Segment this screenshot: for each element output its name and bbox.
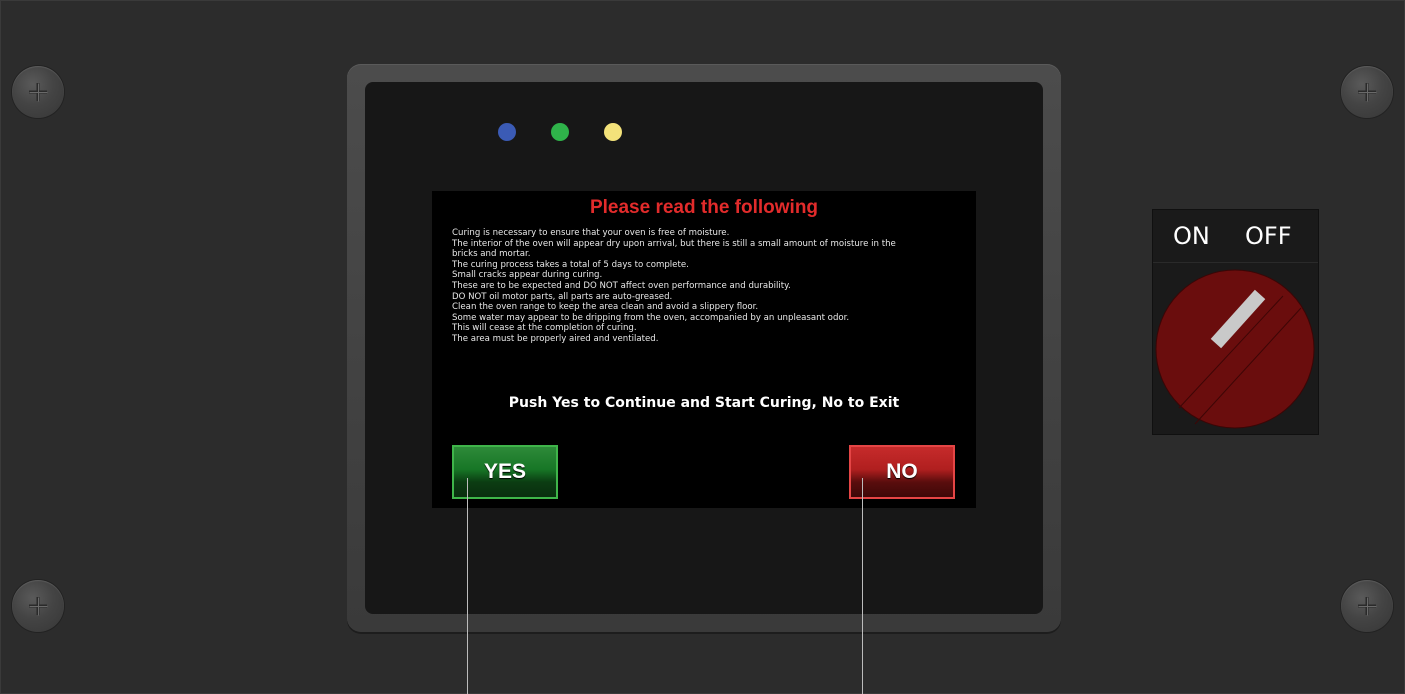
dialog-line: Curing is necessary to ensure that your … [452,228,730,238]
yes-callout-line [467,478,468,694]
power-selector-switch[interactable]: ON OFF [1152,209,1319,435]
dialog-line: The curing process takes a total of 5 da… [452,259,689,270]
curing-info-dialog: Please read the following Curing is nece… [432,191,976,508]
dialog-title: Please read the following [589,197,819,218]
dialog-line: DO NOT oil motor parts, all parts are au… [452,291,673,302]
dialog-line: bricks and mortar. [452,249,531,260]
yellow-indicator-light [604,123,622,141]
blue-indicator-light [498,123,516,141]
screw-icon [12,66,64,118]
no-callout-line [862,478,863,694]
dialog-line: These are to be expected and DO NOT affe… [452,280,791,291]
control-panel: Please read the following Curing is nece… [0,0,1405,694]
dialog-line: Clean the oven range to keep the area cl… [452,302,759,313]
dialog-line: The area must be properly aired and vent… [452,333,659,344]
screw-icon [1341,66,1393,118]
no-button[interactable]: NO [849,445,955,499]
switch-off-label: OFF [1245,222,1292,250]
dialog-line: The interior of the oven will appear dry… [452,238,896,249]
switch-on-label: ON [1173,222,1210,250]
screw-icon [12,580,64,632]
screw-icon [1341,580,1393,632]
rotary-knob-icon[interactable] [1155,268,1315,430]
dialog-line: Some water may appear to be dripping fro… [452,312,850,323]
green-indicator-light [551,123,569,141]
dialog-prompt: Push Yes to Continue and Start Curing, N… [508,395,900,411]
dialog-body: Curing is necessary to ensure that your … [452,228,952,345]
dialog-line: Small cracks appear during curing. [452,270,603,281]
dialog-line: This will cease at the completion of cur… [452,323,637,334]
switch-labels: ON OFF [1153,210,1318,263]
